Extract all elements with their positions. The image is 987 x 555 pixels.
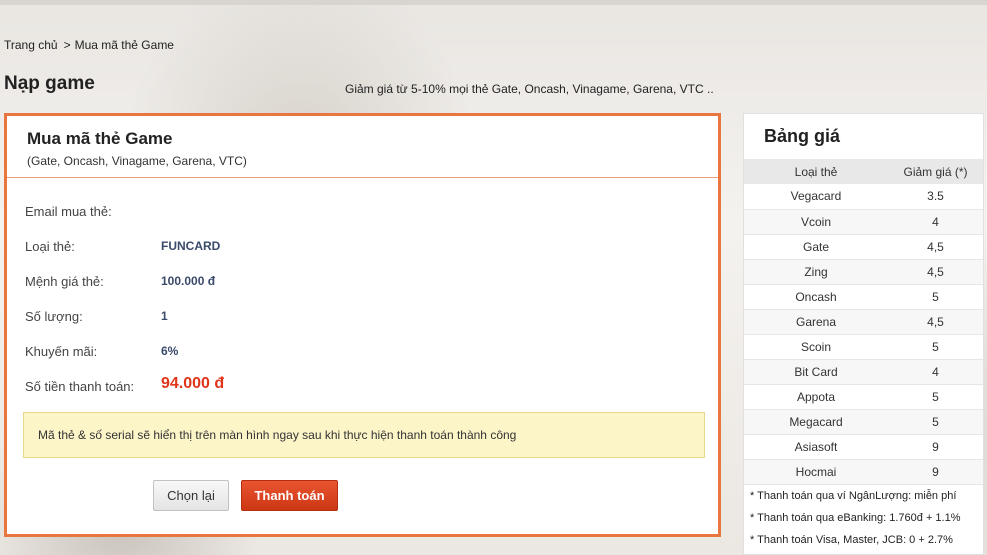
table-cell-discount: 4,5 <box>888 234 983 260</box>
breadcrumb-current: Mua mã thẻ Game <box>74 38 174 52</box>
reselect-button[interactable]: Chọn lại <box>153 480 229 511</box>
table-row: Gate 4,5 <box>744 234 983 260</box>
table-cell-card: Bit Card <box>744 359 888 385</box>
table-cell-discount: 5 <box>888 284 983 310</box>
top-bar <box>0 0 987 5</box>
total-label: Số tiền thanh toán: <box>25 379 135 394</box>
table-cell-card: Scoin <box>744 334 888 360</box>
table-cell-card: Vegacard <box>744 184 888 210</box>
table-cell-discount: 9 <box>888 459 983 485</box>
pay-button[interactable]: Thanh toán <box>241 480 338 511</box>
table-cell-card: Gate <box>744 234 888 260</box>
table-row: Bit Card 4 <box>744 359 983 385</box>
table-cell-card: Hocmai <box>744 459 888 485</box>
table-cell-discount: 4 <box>888 359 983 385</box>
table-cell-card: Oncash <box>744 284 888 310</box>
quantity-value: 1 <box>161 309 168 323</box>
price-list-panel: Bảng giá Loại thẻ Giảm giá (*) Vegacard 3… <box>743 113 984 555</box>
table-row: Asiasoft 9 <box>744 434 983 460</box>
breadcrumb-separator: > <box>63 38 71 52</box>
table-cell-discount: 4,5 <box>888 309 983 335</box>
table-row: Megacard 5 <box>744 409 983 435</box>
table-row: Scoin 5 <box>744 334 983 360</box>
table-cell-card: Vcoin <box>744 209 888 235</box>
price-notes: * Thanh toán qua ví NgânLượng: miễn phí … <box>744 485 983 555</box>
table-row: Hocmai 9 <box>744 459 983 485</box>
breadcrumb: Trang chủ > Mua mã thẻ Game <box>4 38 174 52</box>
table-cell-discount: 9 <box>888 434 983 460</box>
table-row: Zing 4,5 <box>744 259 983 285</box>
table-cell-discount: 5 <box>888 334 983 360</box>
promo-text: Giảm giá từ 5-10% mọi thẻ Gate, Oncash, … <box>345 82 714 96</box>
card-type-label: Loại thẻ: <box>25 239 75 254</box>
table-cell-card: Megacard <box>744 409 888 435</box>
page-title: Nạp game <box>4 73 95 94</box>
table-cell-discount: 5 <box>888 384 983 410</box>
table-cell-discount: 5 <box>888 409 983 435</box>
price-list-title: Bảng giá <box>764 126 841 146</box>
price-table-header-row: Loại thẻ Giảm giá (*) <box>744 159 983 184</box>
table-cell-card: Asiasoft <box>744 434 888 460</box>
promotion-value: 6% <box>161 344 179 358</box>
table-cell-card: Appota <box>744 384 888 410</box>
denomination-label: Mệnh giá thẻ: <box>25 274 104 289</box>
column-header-card-type: Loại thẻ <box>744 159 888 184</box>
quantity-label: Số lượng: <box>25 309 83 324</box>
total-value: 94.000 đ <box>161 375 225 392</box>
price-note: * Thanh toán Visa, Master, JCB: 0 + 2.7% <box>750 533 953 546</box>
table-row: Garena 4,5 <box>744 309 983 335</box>
price-note: * Thanh toán qua eBanking: 1.760đ + 1.1% <box>750 511 961 524</box>
payment-notice: Mã thẻ & số serial sẽ hiển thị trên màn … <box>23 412 705 458</box>
promotion-label: Khuyến mãi: <box>25 344 98 359</box>
purchase-panel: Mua mã thẻ Game (Gate, Oncash, Vinagame,… <box>4 113 721 537</box>
table-cell-discount: 3.5 <box>888 184 983 210</box>
purchase-panel-header: Mua mã thẻ Game (Gate, Oncash, Vinagame,… <box>7 116 718 178</box>
table-cell-card: Garena <box>744 309 888 335</box>
table-cell-card: Zing <box>744 259 888 285</box>
table-row: Appota 5 <box>744 384 983 410</box>
denomination-value: 100.000 đ <box>161 274 216 288</box>
table-cell-discount: 4,5 <box>888 259 983 285</box>
table-row: Vcoin 4 <box>744 209 983 235</box>
purchase-panel-subtitle: (Gate, Oncash, Vinagame, Garena, VTC) <box>27 154 247 168</box>
column-header-discount: Giảm giá (*) <box>888 159 983 184</box>
breadcrumb-home-link[interactable]: Trang chủ <box>4 38 58 52</box>
purchase-panel-title: Mua mã thẻ Game <box>27 129 173 148</box>
table-row: Oncash 5 <box>744 284 983 310</box>
table-row: Vegacard 3.5 <box>744 184 983 210</box>
price-note: * Thanh toán qua ví NgânLượng: miễn phí <box>750 489 957 502</box>
price-table: Loại thẻ Giảm giá (*) Vegacard 3.5 Vcoin 4… <box>744 159 983 485</box>
email-label: Email mua thẻ: <box>25 204 112 219</box>
card-type-value: FUNCARD <box>161 239 221 253</box>
table-cell-discount: 4 <box>888 209 983 235</box>
